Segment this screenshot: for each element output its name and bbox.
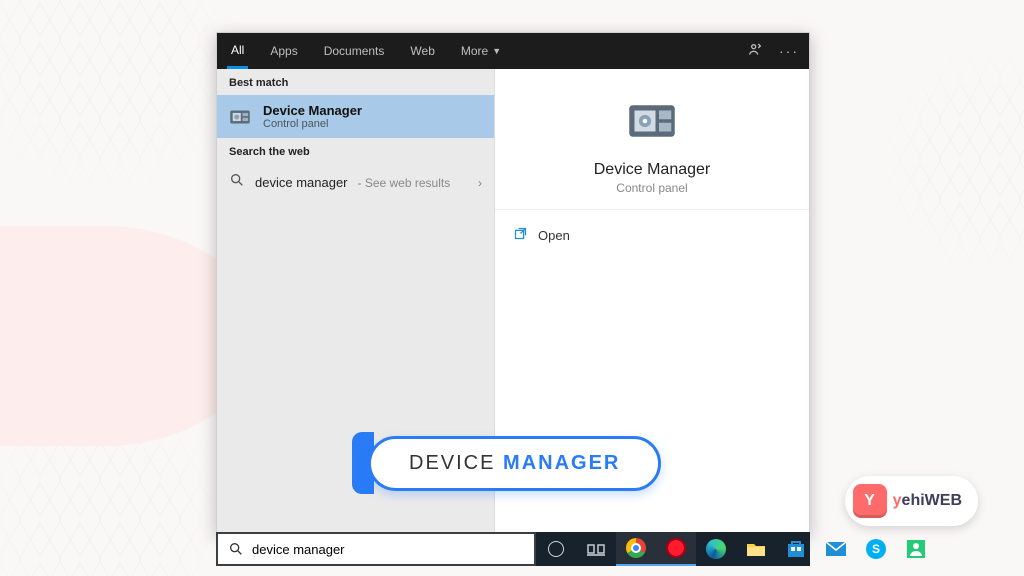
web-search-result[interactable]: device manager - See web results › [217, 164, 494, 201]
detail-subtitle: Control panel [505, 181, 799, 195]
search-icon [229, 172, 245, 193]
best-match-label: Best match [217, 69, 494, 95]
watermark-logo: Y yehiWEB [845, 476, 978, 526]
feedback-icon[interactable] [747, 42, 763, 61]
tab-web[interactable]: Web [406, 33, 438, 69]
filter-tabs: All Apps Documents Web More ▼ [227, 33, 505, 69]
device-manager-icon [227, 104, 253, 130]
task-view-icon[interactable] [576, 532, 616, 566]
best-match-subtitle: Control panel [263, 118, 362, 130]
open-icon [513, 226, 528, 244]
taskbar: S [216, 532, 810, 566]
open-label: Open [538, 228, 570, 243]
taskbar-app-mail[interactable] [816, 532, 856, 566]
open-action[interactable]: Open [509, 220, 795, 250]
tab-more-label: More [461, 44, 488, 58]
taskbar-search-input[interactable] [252, 542, 524, 557]
brand-text-rest: ehiWEB [902, 492, 962, 509]
chevron-right-icon: › [478, 176, 482, 190]
banner-word-2: MANAGER [503, 452, 620, 474]
web-query-suffix: - See web results [358, 176, 451, 190]
taskbar-app-opera[interactable] [656, 532, 696, 566]
detail-title: Device Manager [505, 161, 799, 179]
taskbar-search[interactable] [216, 532, 536, 566]
chevron-down-icon: ▼ [492, 46, 501, 56]
device-manager-large-icon [624, 93, 680, 149]
caption-banner: DEVICE MANAGER [352, 432, 661, 494]
taskbar-app-chrome[interactable] [616, 532, 656, 566]
best-match-title: Device Manager [263, 103, 362, 118]
tab-documents[interactable]: Documents [320, 33, 389, 69]
tab-all[interactable]: All [227, 33, 248, 69]
taskbar-app-edge[interactable] [696, 532, 736, 566]
more-options-icon[interactable]: ··· [779, 43, 799, 59]
tab-apps[interactable]: Apps [266, 33, 301, 69]
taskbar-app-explorer[interactable] [736, 532, 776, 566]
brand-badge-icon: Y [853, 484, 887, 518]
banner-word-1: DEVICE [409, 452, 495, 474]
cortana-icon[interactable] [536, 532, 576, 566]
taskbar-app-store[interactable] [776, 532, 816, 566]
brand-text-y: y [893, 492, 902, 509]
taskbar-app-generic[interactable] [896, 532, 936, 566]
taskbar-app-skype[interactable]: S [856, 532, 896, 566]
search-web-label: Search the web [217, 138, 494, 164]
tab-more[interactable]: More ▼ [457, 33, 505, 69]
detail-card: Device Manager Control panel [495, 69, 809, 210]
web-query: device manager [255, 175, 348, 190]
titlebar: All Apps Documents Web More ▼ ··· [217, 33, 809, 69]
best-match-result[interactable]: Device Manager Control panel [217, 95, 494, 138]
search-icon [228, 541, 244, 557]
